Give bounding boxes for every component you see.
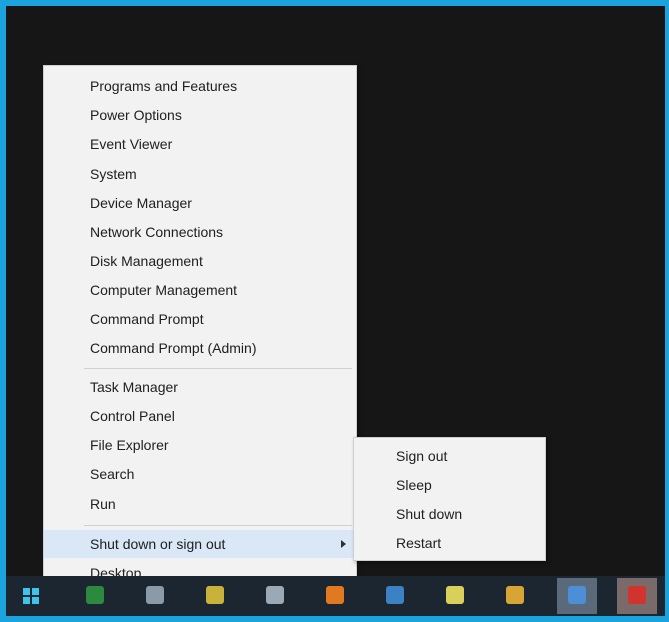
- menu-item-label: Shut down or sign out: [90, 536, 226, 552]
- menu-item-search[interactable]: Search: [44, 460, 356, 488]
- media-player-icon[interactable]: [266, 586, 284, 604]
- menu-item-command-prompt-admin[interactable]: Command Prompt (Admin): [44, 334, 356, 362]
- screenshot-frame: Programs and Features Power Options Even…: [0, 0, 669, 622]
- menu-item-control-panel[interactable]: Control Panel: [44, 402, 356, 430]
- menu-item-shut-down-or-sign-out[interactable]: Shut down or sign out: [44, 530, 356, 558]
- firefox-icon[interactable]: [326, 586, 344, 604]
- start-windows-logo-icon[interactable]: [23, 588, 39, 604]
- shutdown-submenu: Sign out Sleep Shut down Restart: [353, 437, 546, 561]
- menu-item-event-viewer[interactable]: Event Viewer: [44, 130, 356, 158]
- paint-icon[interactable]: [446, 586, 464, 604]
- camera-icon[interactable]: [386, 586, 404, 604]
- taskbar: [6, 576, 665, 616]
- app-icon[interactable]: [206, 586, 224, 604]
- acrobat-icon[interactable]: [628, 586, 646, 604]
- submenu-item-sign-out[interactable]: Sign out: [354, 442, 545, 470]
- menu-item-file-explorer[interactable]: File Explorer: [44, 431, 356, 459]
- chevron-right-icon: [341, 540, 346, 548]
- menu-item-computer-management[interactable]: Computer Management: [44, 276, 356, 304]
- menu-separator: [84, 525, 352, 526]
- window-icon[interactable]: [568, 586, 586, 604]
- desktop-background: Programs and Features Power Options Even…: [6, 6, 665, 616]
- browser-icon[interactable]: [86, 586, 104, 604]
- submenu-item-sleep[interactable]: Sleep: [354, 471, 545, 499]
- menu-item-task-manager[interactable]: Task Manager: [44, 373, 356, 401]
- menu-item-power-options[interactable]: Power Options: [44, 101, 356, 129]
- menu-item-command-prompt[interactable]: Command Prompt: [44, 305, 356, 333]
- menu-separator: [84, 368, 352, 369]
- menu-item-disk-management[interactable]: Disk Management: [44, 247, 356, 275]
- power-user-menu: Programs and Features Power Options Even…: [43, 65, 357, 591]
- menu-item-device-manager[interactable]: Device Manager: [44, 189, 356, 217]
- menu-item-system[interactable]: System: [44, 160, 356, 188]
- submenu-item-restart[interactable]: Restart: [354, 529, 545, 557]
- submenu-item-shut-down[interactable]: Shut down: [354, 500, 545, 528]
- tool-icon[interactable]: [506, 586, 524, 604]
- menu-item-programs-and-features[interactable]: Programs and Features: [44, 72, 356, 100]
- menu-item-run[interactable]: Run: [44, 490, 356, 518]
- file-explorer-icon[interactable]: [146, 586, 164, 604]
- menu-item-network-connections[interactable]: Network Connections: [44, 218, 356, 246]
